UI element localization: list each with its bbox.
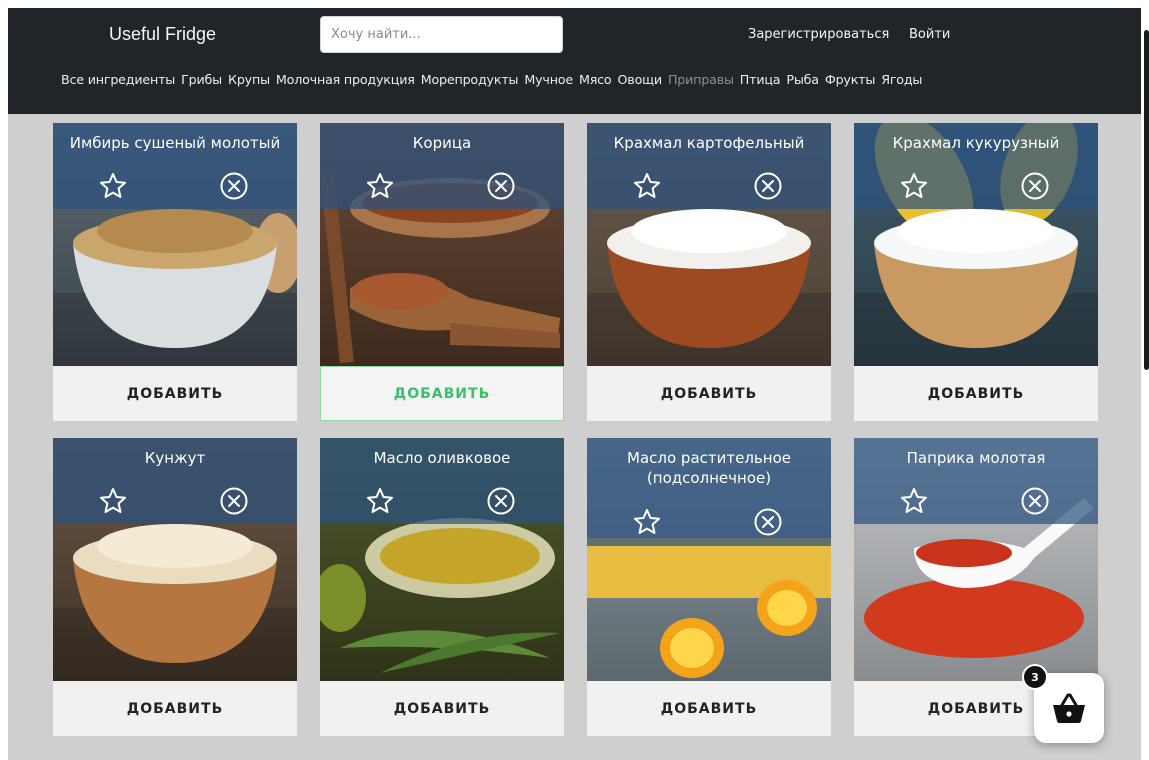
add-button[interactable]: ДОБАВИТЬ	[587, 366, 831, 421]
star-outline-icon[interactable]	[98, 486, 128, 516]
product-title: Имбирь сушеный молотый	[69, 134, 281, 152]
search-input[interactable]	[320, 16, 563, 53]
category-link[interactable]: Птица	[740, 72, 781, 87]
basket-icon	[1053, 693, 1085, 723]
star-outline-icon[interactable]	[899, 171, 929, 201]
category-link[interactable]: Грибы	[181, 72, 222, 87]
category-link[interactable]: Приправы	[668, 72, 734, 87]
add-button[interactable]: ДОБАВИТЬ	[854, 366, 1098, 421]
circle-x-icon[interactable]	[753, 507, 783, 537]
circle-x-icon[interactable]	[219, 486, 249, 516]
product-card: Имбирь сушеный молотый ДОБАВИТЬ	[53, 123, 297, 421]
scrollbar-thumb[interactable]	[1144, 30, 1149, 370]
product-card: Масло оливковое ДОБАВИТЬ	[320, 438, 564, 736]
product-title: Корица	[412, 134, 472, 152]
top-navbar: Useful Fridge Зарегистрироваться Войти В…	[8, 8, 1141, 114]
product-title: Крахмал картофельный	[613, 134, 805, 152]
product-card: Масло растительное (подсолнечное) ДОБАВИ…	[587, 438, 831, 736]
category-link[interactable]: Крупы	[228, 72, 270, 87]
category-link[interactable]: Мясо	[579, 72, 612, 87]
circle-x-icon[interactable]	[486, 171, 516, 201]
product-title: Крахмал кукурузный	[892, 134, 1060, 152]
category-link[interactable]: Все ингредиенты	[61, 72, 175, 87]
product-title: Масло растительное (подсолнечное)	[627, 449, 791, 487]
category-link[interactable]: Фрукты	[825, 72, 876, 87]
category-link[interactable]: Мучное	[524, 72, 573, 87]
product-grid: Имбирь сушеный молотый ДОБАВИТЬ Корица Д…	[53, 123, 1098, 736]
star-outline-icon[interactable]	[365, 171, 395, 201]
add-button[interactable]: ДОБАВИТЬ	[53, 366, 297, 421]
product-card: Крахмал картофельный ДОБАВИТЬ	[587, 123, 831, 421]
category-link[interactable]: Морепродукты	[421, 72, 519, 87]
category-link[interactable]: Молочная продукция	[276, 72, 415, 87]
star-outline-icon[interactable]	[98, 171, 128, 201]
circle-x-icon[interactable]	[1020, 171, 1050, 201]
product-title: Масло оливковое	[373, 449, 511, 467]
star-outline-icon[interactable]	[632, 507, 662, 537]
product-title: Кунжут	[144, 449, 206, 467]
add-button[interactable]: ДОБАВИТЬ	[53, 681, 297, 736]
product-title: Паприка молотая	[906, 449, 1046, 467]
star-outline-icon[interactable]	[632, 171, 662, 201]
product-card: Крахмал кукурузный ДОБАВИТЬ	[854, 123, 1098, 421]
circle-x-icon[interactable]	[219, 171, 249, 201]
category-link[interactable]: Ягоды	[881, 72, 922, 87]
star-outline-icon[interactable]	[365, 486, 395, 516]
category-link[interactable]: Овощи	[618, 72, 663, 87]
category-nav: Все ингредиенты Грибы Крупы Молочная продук…	[61, 72, 928, 87]
circle-x-icon[interactable]	[1020, 486, 1050, 516]
category-link[interactable]: Рыба	[786, 72, 819, 87]
add-button[interactable]: ДОБАВИТЬ	[587, 681, 831, 736]
circle-x-icon[interactable]	[486, 486, 516, 516]
login-link[interactable]: Войти	[909, 27, 950, 42]
circle-x-icon[interactable]	[753, 171, 783, 201]
add-button[interactable]: ДОБАВИТЬ	[320, 366, 564, 421]
cart-count-badge: 3	[1022, 664, 1048, 690]
product-card: Кунжут ДОБАВИТЬ	[53, 438, 297, 736]
page: Useful Fridge Зарегистрироваться Войти В…	[8, 8, 1141, 760]
register-link[interactable]: Зарегистрироваться	[748, 27, 889, 42]
add-button[interactable]: ДОБАВИТЬ	[320, 681, 564, 736]
star-outline-icon[interactable]	[899, 486, 929, 516]
brand-logo[interactable]: Useful Fridge	[109, 24, 216, 45]
product-card: Корица ДОБАВИТЬ	[320, 123, 564, 421]
